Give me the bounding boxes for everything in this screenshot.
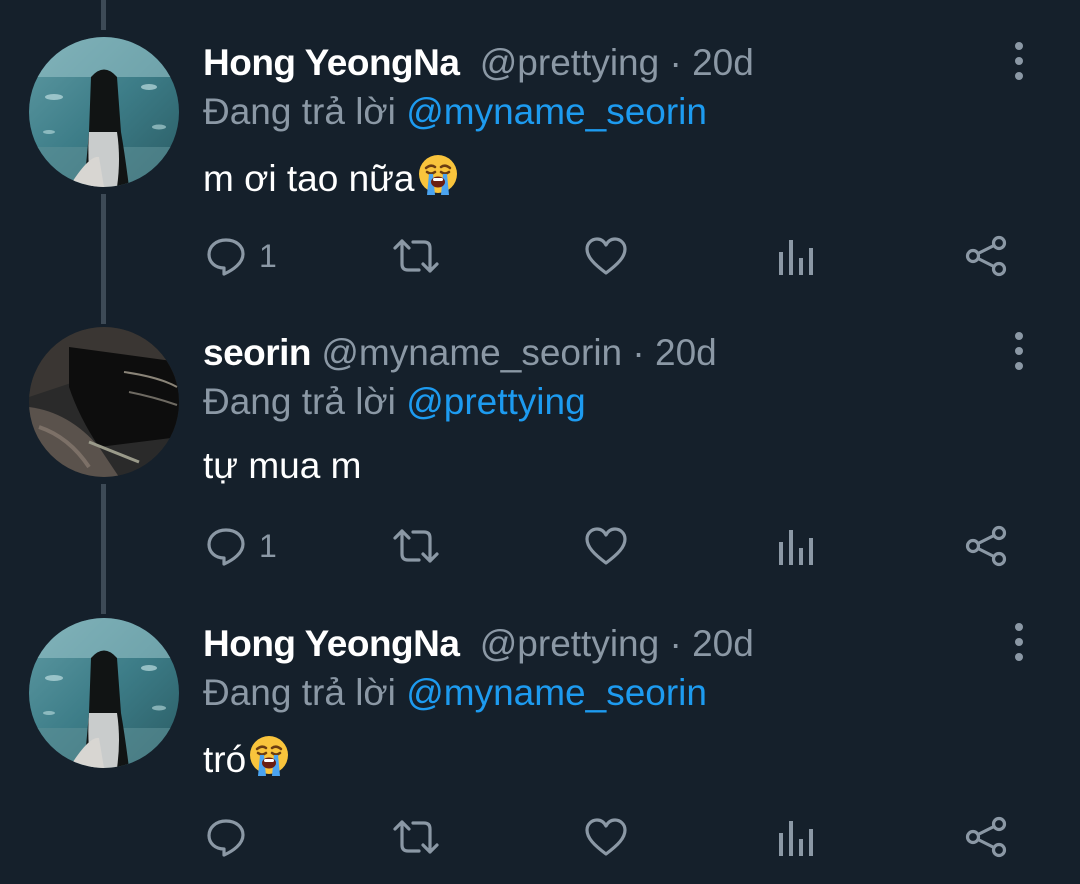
replying-to-label: Đang trả lời — [203, 91, 396, 132]
tweet[interactable]: Hong YeongNa @prettying · 20d Đang trả l… — [0, 581, 1080, 871]
tweet-header: seorin @myname_seorin · 20d — [203, 330, 717, 376]
tweet-text: tự mua m — [203, 443, 361, 489]
share-icon — [965, 816, 1007, 858]
replying-to: Đang trả lời @myname_seorin — [203, 670, 707, 716]
mention-link[interactable]: @myname_seorin — [406, 672, 707, 713]
reply-button[interactable]: 1 — [205, 523, 277, 569]
action-bar: 1 — [0, 233, 1080, 279]
separator-dot: · — [669, 623, 682, 664]
analytics-button[interactable] — [777, 233, 815, 279]
mention-link[interactable]: @prettying — [406, 381, 585, 422]
tweet-text: tró — [203, 734, 291, 789]
tweet[interactable]: Hong YeongNa @prettying · 20d Đang trả l… — [0, 0, 1080, 290]
retweet-button[interactable] — [392, 814, 440, 860]
loudly-crying-face-icon — [247, 734, 291, 789]
retweet-icon — [393, 820, 439, 854]
share-button[interactable] — [964, 523, 1010, 569]
like-icon — [585, 818, 627, 856]
share-button[interactable] — [964, 814, 1010, 860]
reply-count: 1 — [259, 238, 277, 274]
analytics-icon — [779, 240, 813, 275]
reply-icon — [207, 528, 245, 566]
reply-icon — [207, 238, 245, 276]
display-name[interactable]: seorin — [203, 332, 312, 373]
avatar[interactable] — [29, 618, 179, 768]
display-name[interactable]: Hong YeongNa — [203, 42, 460, 83]
share-button[interactable] — [964, 233, 1010, 279]
timestamp[interactable]: 20d — [655, 332, 717, 373]
reply-button[interactable]: 1 — [205, 233, 277, 279]
retweet-icon — [393, 529, 439, 563]
like-button[interactable] — [584, 523, 628, 569]
reply-count: 1 — [259, 528, 277, 564]
like-button[interactable] — [584, 814, 628, 860]
loudly-crying-face-icon — [416, 153, 460, 208]
share-icon — [965, 525, 1007, 567]
timestamp[interactable]: 20d — [692, 623, 754, 664]
analytics-button[interactable] — [777, 814, 815, 860]
separator-dot: · — [632, 332, 645, 373]
more-icon[interactable] — [1004, 331, 1034, 371]
reply-button[interactable] — [205, 814, 259, 860]
action-bar: 1 — [0, 523, 1080, 569]
avatar[interactable] — [29, 37, 179, 187]
display-name[interactable]: Hong YeongNa — [203, 623, 460, 664]
reply-icon — [207, 819, 245, 857]
username[interactable]: @prettying — [480, 623, 659, 664]
retweet-icon — [393, 239, 439, 273]
more-icon[interactable] — [1004, 41, 1034, 81]
like-icon — [585, 527, 627, 565]
timestamp[interactable]: 20d — [692, 42, 754, 83]
mention-link[interactable]: @myname_seorin — [406, 91, 707, 132]
replying-to-label: Đang trả lời — [203, 672, 396, 713]
share-icon — [965, 235, 1007, 277]
avatar[interactable] — [29, 327, 179, 477]
analytics-button[interactable] — [777, 523, 815, 569]
replying-to: Đang trả lời @myname_seorin — [203, 89, 707, 135]
retweet-button[interactable] — [392, 233, 440, 279]
tweet-header: Hong YeongNa @prettying · 20d — [203, 40, 754, 86]
replying-to-label: Đang trả lời — [203, 381, 396, 422]
tweet[interactable]: seorin @myname_seorin · 20d Đang trả lời… — [0, 290, 1080, 580]
separator-dot: · — [669, 42, 682, 83]
username[interactable]: @prettying — [480, 42, 659, 83]
action-bar — [0, 814, 1080, 860]
tweet-text-content: tự mua m — [203, 445, 362, 486]
retweet-button[interactable] — [392, 523, 440, 569]
like-icon — [585, 237, 627, 275]
tweet-header: Hong YeongNa @prettying · 20d — [203, 621, 754, 667]
tweet-text-content: tró — [203, 739, 247, 780]
analytics-icon — [779, 530, 813, 565]
analytics-icon — [779, 821, 813, 856]
more-icon[interactable] — [1004, 622, 1034, 662]
username[interactable]: @myname_seorin — [321, 332, 622, 373]
tweet-text-content: m ơi tao nữa — [203, 158, 415, 199]
tweet-text: m ơi tao nữa — [203, 153, 460, 208]
replying-to: Đang trả lời @prettying — [203, 379, 586, 425]
like-button[interactable] — [584, 233, 628, 279]
